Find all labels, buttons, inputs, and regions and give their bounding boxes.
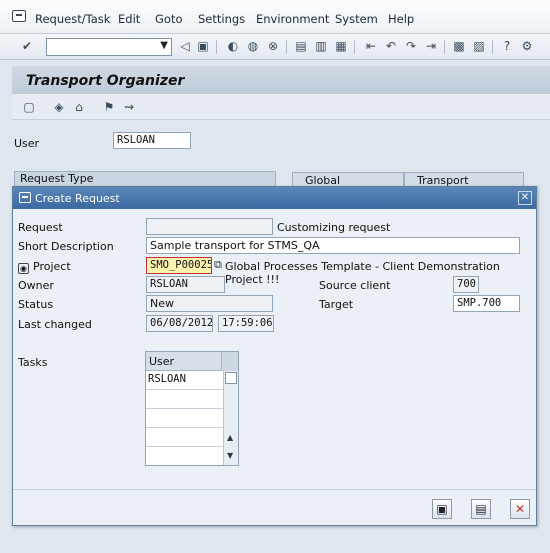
menu-bar: Request/Task Edit Goto Settings Environm… <box>0 0 550 34</box>
toolbar-divider <box>216 40 217 54</box>
change-display-icon[interactable]: ◈ <box>52 100 66 114</box>
dialog-title-bar: Create Request ✕ <box>13 187 536 209</box>
first-page-icon[interactable]: ⇤ <box>364 39 378 53</box>
project-label-group: ◉ Project <box>18 260 71 274</box>
toolbar-divider <box>444 40 445 54</box>
dialog-close-button[interactable]: ✕ <box>518 191 532 205</box>
table-row[interactable] <box>146 409 223 428</box>
scroll-down-icon[interactable]: ▼ <box>227 451 233 460</box>
standard-toolbar: ✔ ▼ ◁ ▣ ◐ ◍ ⊗ ▤ ▥ ▦ ⇤ ↶ ↷ ⇥ ▩ ▨ ? ⚙ <box>0 34 550 60</box>
request-type-header: Request Type <box>14 171 276 187</box>
title-bar: Transport Organizer <box>12 66 550 94</box>
save-icon[interactable]: ▣ <box>196 39 210 53</box>
last-changed-date-field: 06/08/2012 <box>146 315 213 332</box>
menu-settings[interactable]: Settings <box>198 12 245 26</box>
application-toolbar: ▢ ◈ ⌂ ⚑ ⇝ <box>12 94 550 120</box>
find-icon[interactable]: ▥ <box>314 39 328 53</box>
layout-icon[interactable]: ⚙ <box>520 39 534 53</box>
select-all-icon[interactable] <box>221 352 238 371</box>
search-help-icon[interactable]: ⧉ <box>214 258 222 272</box>
request-field <box>146 218 273 235</box>
toolbar-divider <box>354 40 355 54</box>
cancel-button[interactable]: ✕ <box>510 499 530 519</box>
menu-system[interactable]: System <box>335 12 378 26</box>
toolbar-divider <box>492 40 493 54</box>
menu-edit[interactable]: Edit <box>118 12 140 26</box>
request-label: Request <box>18 221 63 234</box>
system-menu-icon[interactable] <box>12 10 26 22</box>
status-label: Status <box>18 298 54 311</box>
user-field[interactable]: RSLOAN <box>113 132 191 149</box>
release-icon[interactable]: ⚑ <box>102 100 116 114</box>
tasks-table: User RSLOAN ▲ ▼ <box>145 351 239 466</box>
help-icon[interactable]: ? <box>500 39 514 53</box>
create-request-icon <box>19 192 31 203</box>
shortcut-icon[interactable]: ▨ <box>472 39 486 53</box>
prev-page-icon[interactable]: ↶ <box>384 39 398 53</box>
menu-environment[interactable]: Environment <box>256 12 329 26</box>
dialog-title: Create Request <box>35 192 120 205</box>
table-row[interactable]: RSLOAN <box>146 371 223 390</box>
transport-icon[interactable]: ⇝ <box>122 100 136 114</box>
menu-goto[interactable]: Goto <box>155 12 183 26</box>
command-field[interactable]: ▼ <box>46 38 172 56</box>
short-description-label: Short Description <box>18 240 114 253</box>
tasks-label: Tasks <box>18 356 48 369</box>
table-row[interactable] <box>146 390 223 409</box>
row-select-checkbox[interactable] <box>225 372 237 384</box>
own-request-button[interactable]: ▤ <box>471 499 491 519</box>
print-icon[interactable]: ▤ <box>294 39 308 53</box>
tasks-scrollbar[interactable]: ▲ ▼ <box>223 371 238 465</box>
nav-back-icon[interactable]: ◐ <box>226 39 240 53</box>
request-type-text: Customizing request <box>277 221 391 234</box>
table-row[interactable] <box>146 428 223 447</box>
menu-request-task[interactable]: Request/Task <box>35 12 110 26</box>
create-document-icon[interactable]: ▢ <box>22 100 36 114</box>
status-field: New <box>146 295 273 312</box>
save-button[interactable]: ▣ <box>432 499 452 519</box>
chevron-down-icon[interactable]: ▼ <box>160 40 168 51</box>
last-changed-time-field: 17:59:06 <box>218 315 274 332</box>
target-field[interactable]: SMP.700 <box>453 295 520 312</box>
menu-help[interactable]: Help <box>388 12 414 26</box>
next-page-icon[interactable]: ↷ <box>404 39 418 53</box>
back-arrow-icon[interactable]: ◁ <box>178 39 192 53</box>
source-client-label: Source client <box>319 279 391 292</box>
find-next-icon[interactable]: ▦ <box>334 39 348 53</box>
hierarchy-icon[interactable]: ⌂ <box>72 100 86 114</box>
dialog-divider <box>13 489 536 490</box>
last-changed-label: Last changed <box>18 318 92 331</box>
new-session-icon[interactable]: ▩ <box>452 39 466 53</box>
table-row[interactable] <box>146 447 223 466</box>
nav-exit-icon[interactable]: ◍ <box>246 39 260 53</box>
project-label: Project <box>33 260 71 273</box>
user-label: User <box>14 137 40 150</box>
source-client-field: 700 <box>453 276 479 293</box>
cancel-icon[interactable]: ⊗ <box>266 39 280 53</box>
target-label: Target <box>319 298 354 311</box>
page-title: Transport Organizer <box>26 73 185 89</box>
create-request-dialog: Create Request ✕ Request Customizing req… <box>12 186 537 526</box>
owner-label: Owner <box>18 279 54 292</box>
enter-icon[interactable]: ✔ <box>20 39 34 53</box>
project-field[interactable]: SMO_P00025 <box>146 257 212 274</box>
short-description-field[interactable]: Sample transport for STMS_QA <box>146 237 520 254</box>
toolbar-divider <box>286 40 287 54</box>
scroll-up-icon[interactable]: ▲ <box>227 433 233 442</box>
owner-field: RSLOAN <box>146 276 225 293</box>
project-icon: ◉ <box>18 263 29 274</box>
last-page-icon[interactable]: ⇥ <box>424 39 438 53</box>
